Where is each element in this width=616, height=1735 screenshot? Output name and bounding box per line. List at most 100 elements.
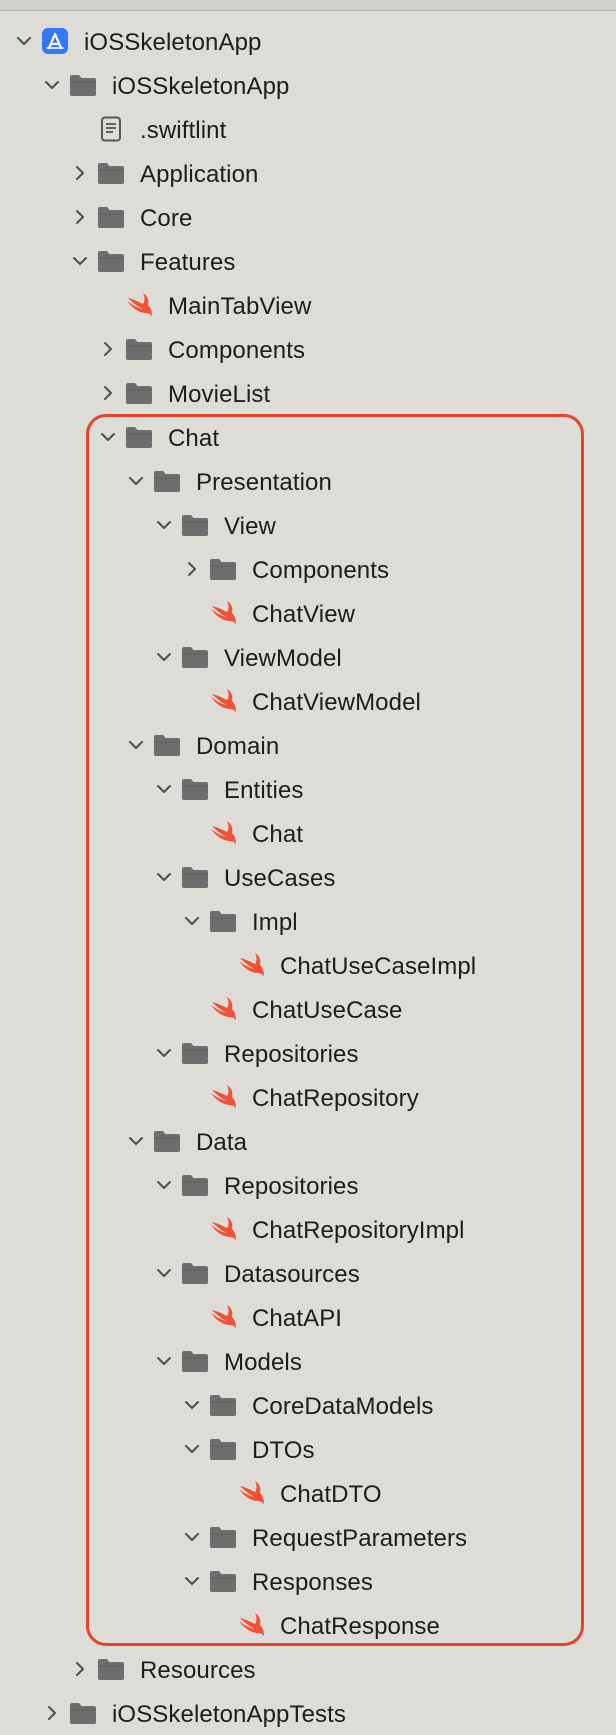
folder-icon	[96, 1656, 126, 1682]
chevron-down-icon[interactable]	[42, 75, 62, 95]
tree-item-label: ChatRepositoryImpl	[252, 1217, 465, 1244]
tree-row[interactable]: Models	[0, 1339, 616, 1383]
chevron-down-icon[interactable]	[154, 1175, 174, 1195]
folder-icon	[68, 72, 98, 98]
tree-item-label: Presentation	[196, 469, 332, 496]
tree-row[interactable]: MovieList	[0, 371, 616, 415]
chevron-right-icon[interactable]	[70, 207, 90, 227]
chevron-down-icon[interactable]	[14, 31, 34, 51]
tree-item-label: ChatRepository	[252, 1085, 419, 1112]
chevron-down-icon[interactable]	[126, 735, 146, 755]
chevron-down-icon[interactable]	[154, 1263, 174, 1283]
tree-row[interactable]: View	[0, 503, 616, 547]
tree-row[interactable]: Repositories	[0, 1031, 616, 1075]
folder-icon	[208, 1392, 238, 1418]
tree-row[interactable]: iOSSkeletonApp	[0, 63, 616, 107]
tree-item-label: MovieList	[168, 381, 271, 408]
chevron-down-icon[interactable]	[182, 1395, 202, 1415]
tree-item-label: Application	[140, 161, 259, 188]
chevron-down-icon[interactable]	[154, 867, 174, 887]
tree-item-label: Chat	[252, 821, 304, 848]
tree-row[interactable]: Data	[0, 1119, 616, 1163]
chevron-down-icon[interactable]	[182, 911, 202, 931]
tree-row[interactable]: .swiftlint	[0, 107, 616, 151]
folder-icon	[124, 336, 154, 362]
folder-icon	[208, 1436, 238, 1462]
tree-item-label: CoreDataModels	[252, 1393, 434, 1420]
tree-item-label: Features	[140, 249, 236, 276]
swift-icon	[236, 1612, 266, 1638]
tree-item-label: View	[224, 513, 276, 540]
tree-item-label: iOSSkeletonApp	[84, 29, 262, 56]
swift-icon	[208, 1304, 238, 1330]
tree-item-label: Domain	[196, 733, 280, 760]
tree-row[interactable]: ChatRepositoryImpl	[0, 1207, 616, 1251]
folder-icon	[208, 1568, 238, 1594]
folder-icon	[68, 1700, 98, 1726]
chevron-right-icon[interactable]	[70, 163, 90, 183]
tree-item-label: ChatUseCaseImpl	[280, 953, 477, 980]
chevron-down-icon[interactable]	[154, 1043, 174, 1063]
swift-icon	[208, 1216, 238, 1242]
tree-item-label: DTOs	[252, 1437, 315, 1464]
tree-row[interactable]: Components	[0, 547, 616, 591]
tree-row[interactable]: ChatAPI	[0, 1295, 616, 1339]
tree-row[interactable]: Application	[0, 151, 616, 195]
tree-row[interactable]: ChatView	[0, 591, 616, 635]
tree-row[interactable]: ChatResponse	[0, 1603, 616, 1647]
tree-row[interactable]: Features	[0, 239, 616, 283]
swift-icon	[208, 996, 238, 1022]
tree-row[interactable]: DTOs	[0, 1427, 616, 1471]
chevron-right-icon[interactable]	[98, 383, 118, 403]
tree-row[interactable]: ChatViewModel	[0, 679, 616, 723]
chevron-down-icon[interactable]	[182, 1439, 202, 1459]
tree-row[interactable]: UseCases	[0, 855, 616, 899]
tree-row[interactable]: Impl	[0, 899, 616, 943]
tree-item-label: Resources	[140, 1657, 256, 1684]
tree-row[interactable]: Repositories	[0, 1163, 616, 1207]
chevron-right-icon[interactable]	[42, 1703, 62, 1723]
chevron-down-icon[interactable]	[154, 1351, 174, 1371]
swift-icon	[208, 1084, 238, 1110]
chevron-down-icon[interactable]	[126, 1131, 146, 1151]
tree-row[interactable]: ViewModel	[0, 635, 616, 679]
chevron-down-icon[interactable]	[70, 251, 90, 271]
folder-icon	[96, 248, 126, 274]
tree-row[interactable]: Responses	[0, 1559, 616, 1603]
tree-row[interactable]: Domain	[0, 723, 616, 767]
chevron-down-icon[interactable]	[154, 515, 174, 535]
tree-item-label: Data	[196, 1129, 248, 1156]
chevron-down-icon[interactable]	[126, 471, 146, 491]
tree-row[interactable]: ChatDTO	[0, 1471, 616, 1515]
tree-row[interactable]: Core	[0, 195, 616, 239]
tree-row[interactable]: Resources	[0, 1647, 616, 1691]
chevron-right-icon[interactable]	[70, 1659, 90, 1679]
chevron-down-icon[interactable]	[182, 1527, 202, 1547]
tree-row[interactable]: Entities	[0, 767, 616, 811]
tree-row[interactable]: Presentation	[0, 459, 616, 503]
tree-item-label: Components	[168, 337, 306, 364]
tree-row[interactable]: ChatUseCase	[0, 987, 616, 1031]
tree-item-label: MainTabView	[168, 293, 312, 320]
chevron-down-icon[interactable]	[154, 647, 174, 667]
tree-row[interactable]: Components	[0, 327, 616, 371]
tree-row[interactable]: Chat	[0, 811, 616, 855]
tree-row[interactable]: ChatUseCaseImpl	[0, 943, 616, 987]
chevron-down-icon[interactable]	[182, 1571, 202, 1591]
tree-row[interactable]: MainTabView	[0, 283, 616, 327]
folder-icon	[124, 380, 154, 406]
tree-item-label: .swiftlint	[140, 117, 227, 144]
chevron-right-icon[interactable]	[98, 339, 118, 359]
chevron-down-icon[interactable]	[98, 427, 118, 447]
tree-row[interactable]: iOSSkeletonAppTests	[0, 1691, 616, 1735]
tree-row[interactable]: iOSSkeletonApp	[0, 19, 616, 63]
tree-row[interactable]: CoreDataModels	[0, 1383, 616, 1427]
chevron-down-icon[interactable]	[154, 779, 174, 799]
tree-row[interactable]: Datasources	[0, 1251, 616, 1295]
tree-item-label: Repositories	[224, 1041, 359, 1068]
tree-item-label: ViewModel	[224, 645, 342, 672]
chevron-right-icon[interactable]	[182, 559, 202, 579]
tree-row[interactable]: Chat	[0, 415, 616, 459]
tree-row[interactable]: RequestParameters	[0, 1515, 616, 1559]
tree-row[interactable]: ChatRepository	[0, 1075, 616, 1119]
